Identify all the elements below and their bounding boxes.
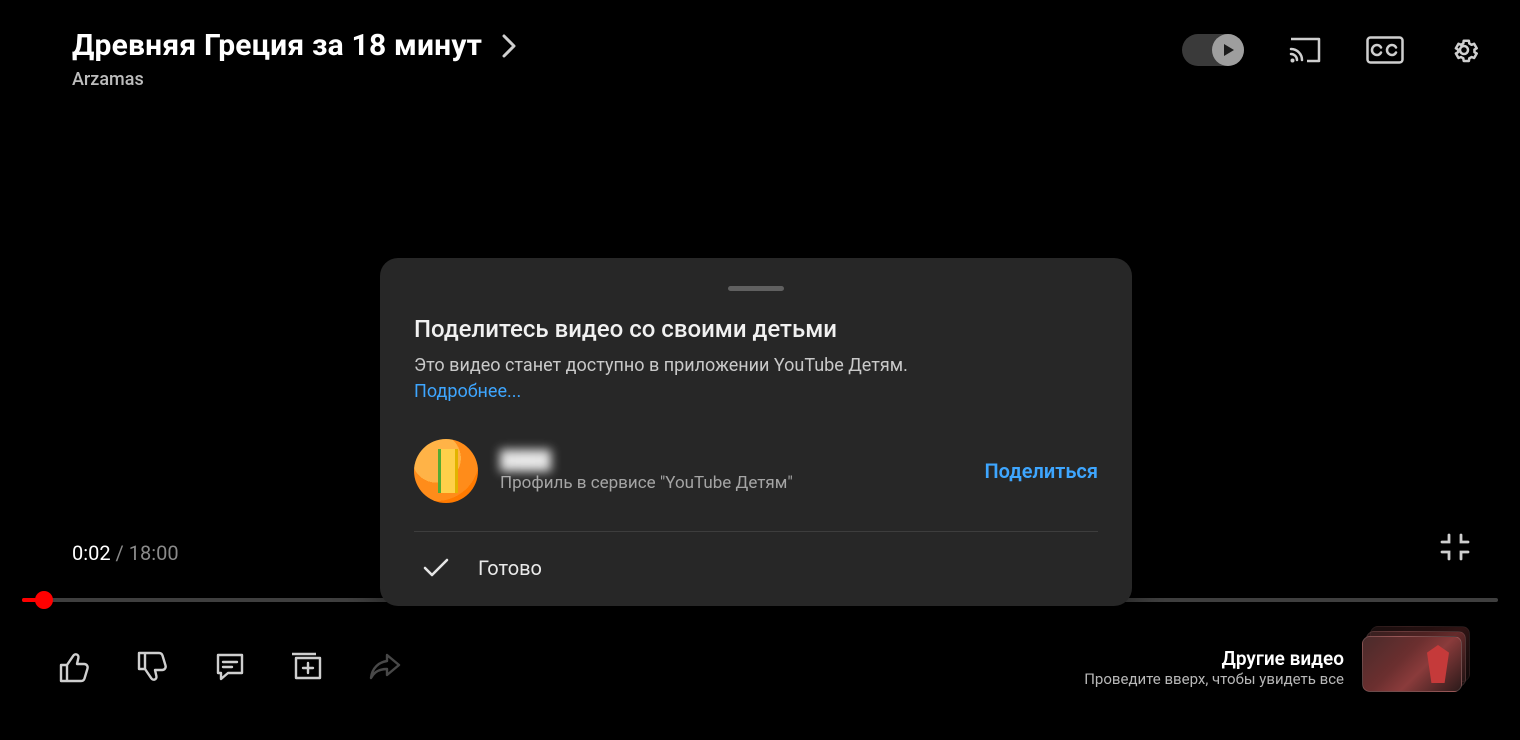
dislike-icon[interactable] xyxy=(136,651,170,683)
channel-name[interactable]: Arzamas xyxy=(72,69,518,90)
kids-profile-subtitle: Профиль в сервисе "YouTube Детям" xyxy=(500,473,962,493)
more-videos-text: Другие видео Проведите вверх, чтобы увид… xyxy=(1084,647,1344,688)
thumbnail-stack-icon xyxy=(1362,636,1462,698)
done-button[interactable]: Готово xyxy=(414,532,1098,606)
cast-icon[interactable] xyxy=(1288,36,1322,64)
left-action-row xyxy=(58,651,402,683)
exit-fullscreen-icon[interactable] xyxy=(1440,532,1470,562)
kids-profile-info: ████ Профиль в сервисе "YouTube Детям" xyxy=(500,450,962,493)
seek-thumb[interactable] xyxy=(35,591,53,609)
kids-profile-row: ████ Профиль в сервисе "YouTube Детям" П… xyxy=(414,439,1098,532)
video-title-row[interactable]: Древняя Греция за 18 минут xyxy=(72,28,518,63)
save-playlist-icon[interactable] xyxy=(290,652,324,682)
time-display: 0:02 / 18:00 xyxy=(72,541,179,565)
share-with-kid-button[interactable]: Поделиться xyxy=(984,459,1098,483)
more-videos-subtitle: Проведите вверх, чтобы увидеть все xyxy=(1084,670,1344,688)
done-label: Готово xyxy=(478,556,542,580)
share-icon[interactable] xyxy=(368,652,402,682)
title-block: Древняя Греция за 18 минут Arzamas xyxy=(72,28,518,90)
like-icon[interactable] xyxy=(58,651,92,683)
more-videos-button[interactable]: Другие видео Проведите вверх, чтобы увид… xyxy=(1084,636,1462,698)
sheet-title: Поделитесь видео со своими детьми xyxy=(414,315,1098,343)
duration: 18:00 xyxy=(129,541,179,565)
comments-icon[interactable] xyxy=(214,651,246,683)
chevron-right-icon xyxy=(500,32,518,60)
bottom-controls: Другие видео Проведите вверх, чтобы увид… xyxy=(58,636,1462,698)
share-kids-sheet: Поделитесь видео со своими детьми Это ви… xyxy=(380,258,1132,606)
kids-avatar-icon xyxy=(414,439,478,503)
current-time: 0:02 xyxy=(72,541,111,565)
learn-more-link[interactable]: Подробнее... xyxy=(414,381,521,402)
autoplay-toggle[interactable] xyxy=(1182,34,1244,66)
play-icon xyxy=(1212,34,1244,66)
player-header: Древняя Греция за 18 минут Arzamas xyxy=(72,28,1480,90)
kids-profile-name: ████ xyxy=(500,450,962,471)
captions-icon[interactable] xyxy=(1366,36,1404,64)
settings-gear-icon[interactable] xyxy=(1448,34,1480,66)
check-icon xyxy=(422,557,450,579)
header-actions xyxy=(1182,28,1480,66)
video-title: Древняя Греция за 18 минут xyxy=(72,28,482,63)
sheet-drag-handle[interactable] xyxy=(728,286,784,291)
more-videos-title: Другие видео xyxy=(1084,647,1344,670)
sheet-description: Это видео станет доступно в приложении Y… xyxy=(414,353,1098,405)
